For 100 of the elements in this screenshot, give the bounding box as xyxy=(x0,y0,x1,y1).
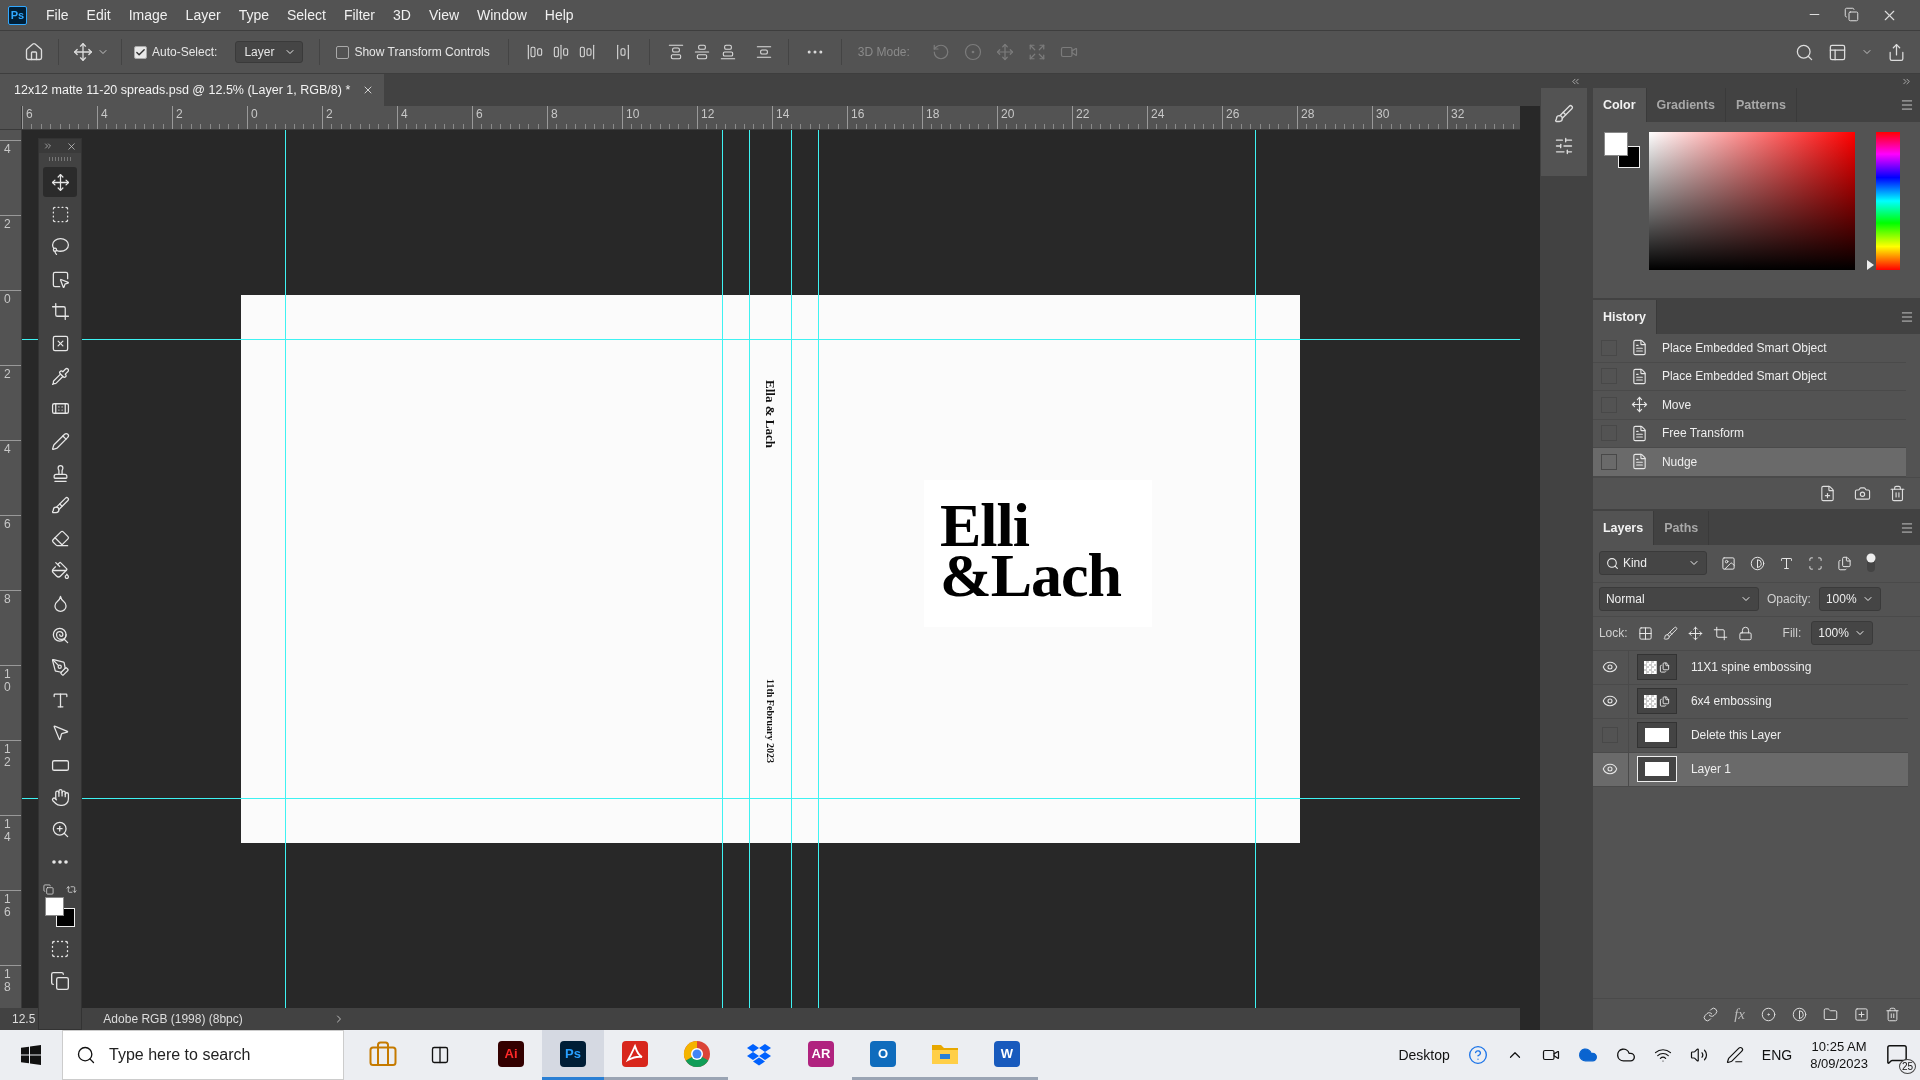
layer-mask-icon[interactable] xyxy=(1761,1007,1776,1022)
distribute-icon[interactable] xyxy=(614,44,631,60)
chrome-icon[interactable] xyxy=(683,1039,711,1068)
menu-item[interactable]: Select xyxy=(278,3,335,27)
color-swatches[interactable] xyxy=(1603,132,1640,168)
blend-mode-dropdown[interactable]: Normal xyxy=(1598,587,1759,611)
tool-button[interactable] xyxy=(43,167,77,197)
layer-row[interactable]: 11X1 spine embossing xyxy=(1592,650,1908,685)
cloud-icon[interactable] xyxy=(1615,1045,1636,1065)
default-colors-icon[interactable] xyxy=(43,883,54,895)
history-state[interactable]: Place Embedded Smart Object xyxy=(1592,334,1906,363)
lock-paint-icon[interactable] xyxy=(1662,625,1678,641)
align-middle-icon[interactable] xyxy=(693,44,710,60)
taskbar-app[interactable]: Ai xyxy=(480,1030,542,1080)
smart-object-filter-icon[interactable] xyxy=(1836,555,1852,571)
dropbox-icon[interactable] xyxy=(746,1041,772,1066)
eye-icon[interactable] xyxy=(1602,761,1619,777)
menu-item[interactable]: 3D xyxy=(384,3,420,27)
lock-artboard-icon[interactable] xyxy=(1712,625,1728,641)
task-view-icon[interactable] xyxy=(430,1045,450,1065)
home-icon[interactable] xyxy=(24,42,44,62)
pen-icon[interactable] xyxy=(1725,1046,1744,1064)
adjustment-layer-icon[interactable] xyxy=(1792,1007,1807,1022)
transform-controls-checkbox[interactable] xyxy=(336,45,350,59)
panel-tab[interactable]: Paths xyxy=(1654,510,1710,545)
search-icon[interactable] xyxy=(1795,42,1814,62)
menu-item[interactable]: Window xyxy=(468,3,536,27)
clock[interactable]: 10:25 AM 8/09/2023 xyxy=(1810,1038,1868,1072)
menu-item[interactable]: File xyxy=(37,3,78,27)
layer-style-button[interactable]: fx xyxy=(1734,1006,1745,1023)
taskbar-app[interactable]: Ps xyxy=(542,1030,604,1080)
swap-colors-icon[interactable] xyxy=(66,883,77,895)
panel-tab[interactable]: History xyxy=(1592,300,1657,334)
menu-item[interactable]: Edit xyxy=(77,3,120,27)
folder-icon[interactable] xyxy=(1823,1007,1838,1022)
quick-mask-icon[interactable] xyxy=(50,938,70,959)
taskbar-app[interactable]: W xyxy=(976,1030,1038,1080)
search-field[interactable]: Type here to search xyxy=(62,1030,344,1080)
adjustments-icon[interactable] xyxy=(1553,136,1574,156)
taskbar-app[interactable]: O xyxy=(852,1030,914,1080)
new-layer-icon[interactable] xyxy=(1854,1007,1869,1022)
panel-tab[interactable]: Gradients xyxy=(1646,88,1726,122)
menu-item[interactable]: Image xyxy=(119,3,177,27)
workspace-icon[interactable] xyxy=(1828,42,1847,62)
eye-icon[interactable] xyxy=(1602,659,1619,675)
menu-item[interactable]: Filter xyxy=(334,3,385,27)
trash-icon[interactable] xyxy=(1889,484,1906,502)
auto-select-target-dropdown[interactable]: Layer xyxy=(235,41,304,63)
screen-mode-icon[interactable] xyxy=(50,970,70,991)
align-left-icon[interactable] xyxy=(526,44,543,60)
windows-logo-icon[interactable] xyxy=(21,1045,41,1065)
filter-dropdown[interactable]: Kind xyxy=(1598,551,1707,575)
filter-toggle[interactable] xyxy=(1865,553,1876,573)
restore-icon[interactable] xyxy=(1844,6,1859,22)
color-swatches[interactable] xyxy=(45,896,75,927)
help-icon[interactable] xyxy=(1467,1045,1488,1065)
volume-icon[interactable] xyxy=(1689,1046,1708,1064)
taskbar-app[interactable]: AR xyxy=(790,1030,852,1080)
history-state[interactable]: Move xyxy=(1592,391,1906,420)
menu-icon[interactable] xyxy=(1900,520,1914,535)
panel-tab[interactable]: Color xyxy=(1592,88,1647,122)
type-filter-icon[interactable] xyxy=(1778,555,1794,571)
language-indicator[interactable]: ENG xyxy=(1761,1047,1793,1063)
history-state[interactable]: Nudge xyxy=(1592,448,1906,477)
panel-tab[interactable]: Patterns xyxy=(1725,88,1797,122)
adjustment-filter-icon[interactable] xyxy=(1749,555,1765,571)
lock-pixels-icon[interactable] xyxy=(1637,625,1653,641)
layer-row[interactable]: Delete this Layer xyxy=(1592,718,1908,753)
align-top-icon[interactable] xyxy=(667,44,684,60)
menu-item[interactable]: Type xyxy=(229,3,278,27)
menu-item[interactable]: Layer xyxy=(176,3,230,27)
align-bottom-icon[interactable] xyxy=(719,44,736,60)
layer-row[interactable]: 6x4 embossing xyxy=(1592,684,1908,719)
distribute-icon[interactable] xyxy=(755,44,772,60)
menu-icon[interactable] xyxy=(1900,98,1914,112)
opacity-field[interactable]: 100% xyxy=(1818,587,1881,611)
hue-slider[interactable] xyxy=(1866,132,1900,270)
document-tab[interactable]: 12x12 matte 11-20 spreads.psd @ 12.5% (Layer 1, RGB/8) * xyxy=(0,74,385,106)
color-field[interactable] xyxy=(1648,132,1855,270)
history-state[interactable]: Place Embedded Smart Object xyxy=(1592,362,1906,391)
panel-tab[interactable]: Layers xyxy=(1592,510,1655,545)
desktop-label[interactable]: Desktop xyxy=(1398,1047,1450,1063)
menu-item[interactable]: View xyxy=(419,3,469,27)
fill-field[interactable]: 100% xyxy=(1811,621,1874,645)
lock-position-icon[interactable] xyxy=(1687,625,1703,641)
hue-pointer[interactable] xyxy=(1866,260,1874,270)
acrobat-icon[interactable] xyxy=(622,1040,648,1067)
move-tool-icon[interactable] xyxy=(73,42,93,62)
shape-filter-icon[interactable] xyxy=(1807,555,1823,571)
layer-row[interactable]: Layer 1 xyxy=(1592,752,1908,787)
align-right-icon[interactable] xyxy=(578,44,595,60)
new-document-icon[interactable] xyxy=(1819,484,1836,502)
menu-icon[interactable] xyxy=(1900,310,1914,324)
image-filter-icon[interactable] xyxy=(1720,555,1736,571)
camera-icon[interactable] xyxy=(1854,484,1871,502)
close-icon[interactable] xyxy=(66,140,77,152)
link-icon[interactable] xyxy=(1703,1007,1719,1022)
lock-icon[interactable] xyxy=(1737,625,1753,641)
menu-item[interactable]: Help xyxy=(535,3,583,27)
eye-icon[interactable] xyxy=(1602,693,1619,709)
